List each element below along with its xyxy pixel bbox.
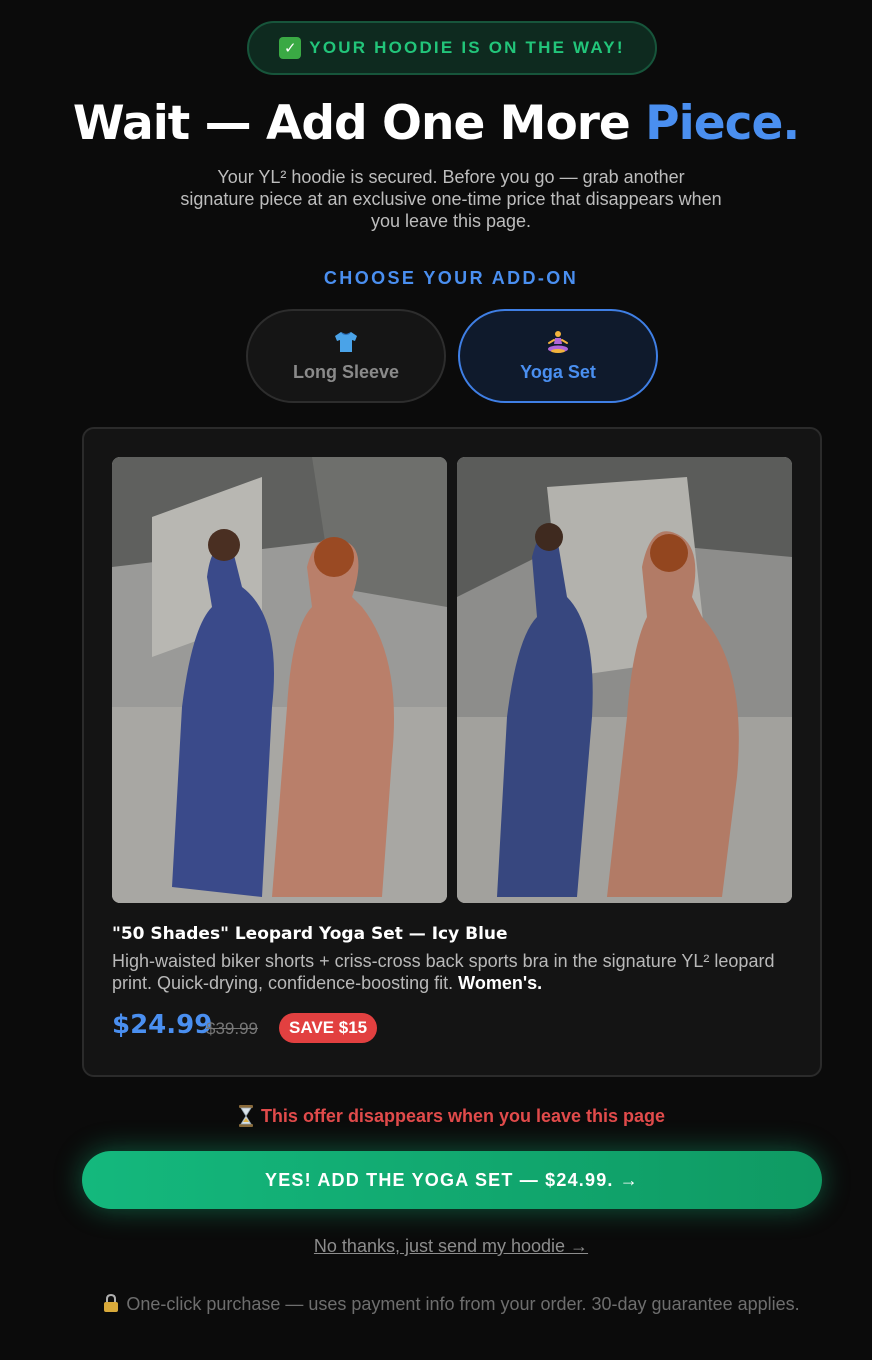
hourglass-icon <box>238 1105 253 1127</box>
tshirt-icon <box>335 331 357 352</box>
warning-text: This offer disappears when you leave thi… <box>260 1105 666 1126</box>
upsell-page: ✓ YOUR HOODIE IS ON THE WAY! Wait — Add … <box>0 0 872 1360</box>
intro-text: Your YL² hoodie is secured. Before you g… <box>180 167 722 231</box>
option-yoga-set[interactable]: Yoga Set <box>458 309 658 403</box>
option-label: Long Sleeve <box>292 361 400 382</box>
yoga-icon <box>548 330 568 353</box>
footer-text: One-click purchase — uses payment info f… <box>126 1294 800 1314</box>
lock-icon <box>104 1294 119 1312</box>
original-price: $39.99 <box>206 1019 258 1038</box>
footer-note: One-click purchase — uses payment info f… <box>100 1291 802 1317</box>
product-photo-front <box>112 457 447 903</box>
product-description: High-waisted biker shorts + criss-cross … <box>112 950 802 994</box>
choose-addon-heading: CHOOSE YOUR ADD-ON <box>323 268 579 288</box>
add-yoga-set-button[interactable]: YES! ADD THE YOGA SET — $24.99. → <box>82 1151 822 1209</box>
option-label: Yoga Set <box>520 361 596 382</box>
order-confirmed-badge: ✓ YOUR HOODIE IS ON THE WAY! <box>247 21 657 75</box>
offer-price: $24.99 <box>112 1010 213 1040</box>
product-title: "50 Shades" Leopard Yoga Set — Icy Blue <box>112 924 508 944</box>
headline-main: Wait — Add One More <box>72 96 646 151</box>
headline-accent: Piece. <box>645 96 800 151</box>
badge-text: YOUR HOODIE IS ON THE WAY! <box>309 38 625 57</box>
check-icon: ✓ <box>279 37 302 59</box>
page-title: Wait — Add One More Piece. <box>0 94 872 154</box>
product-photo-back <box>457 457 792 903</box>
decline-container: No thanks, just send my hoodie → <box>0 1236 872 1257</box>
option-long-sleeve[interactable]: Long Sleeve <box>246 309 446 403</box>
savings-badge: SAVE $15 <box>279 1013 378 1043</box>
offer-warning: This offer disappears when you leave thi… <box>0 1105 872 1127</box>
decline-link[interactable]: No thanks, just send my hoodie → <box>314 1236 588 1256</box>
product-description-text: High-waisted biker shorts + criss-cross … <box>112 951 775 993</box>
product-description-bold: Women's. <box>458 973 543 993</box>
